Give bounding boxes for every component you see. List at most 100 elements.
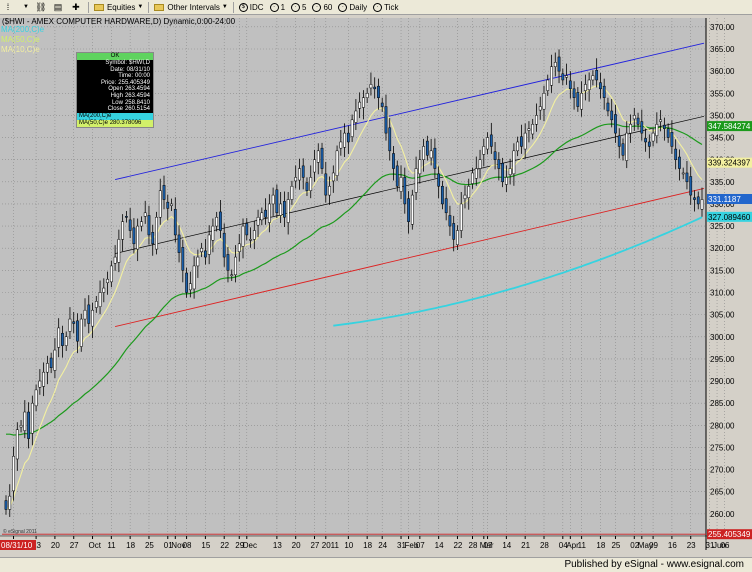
candle-down	[403, 177, 407, 205]
grip-icon: ⁞	[6, 2, 10, 12]
y-tick-label: 345.00	[710, 134, 735, 143]
candle-up	[211, 225, 215, 241]
candle-up	[659, 119, 662, 122]
candle-down	[610, 110, 614, 121]
candle-down	[448, 215, 452, 227]
y-tick-label: 320.00	[710, 244, 735, 253]
candle-down	[557, 56, 561, 72]
x-tick-label: 2011	[322, 541, 340, 550]
candle-up	[542, 93, 546, 110]
y-tick-label: 265.00	[710, 488, 735, 497]
interval-1-button[interactable]: · 1	[267, 0, 288, 15]
x-tick-label: Mar	[480, 541, 494, 550]
interval-60-button[interactable]: · 60	[309, 0, 335, 15]
y-tick-label: 310.00	[710, 288, 735, 297]
info-key: Symbol:	[105, 60, 127, 66]
candle-down	[407, 198, 410, 222]
y-tick-label: 280.00	[710, 421, 735, 430]
footer: Published by eSignal - www.esignal.com	[0, 557, 752, 572]
x-tick-label: Dec	[243, 541, 257, 550]
equities-menu[interactable]: Equities ▼	[91, 0, 146, 15]
candle-up	[399, 177, 403, 192]
x-tick-label: 28	[469, 541, 478, 550]
clock-icon: ·	[373, 2, 383, 12]
candle-down	[204, 250, 207, 258]
x-tick-label: 09	[649, 541, 658, 550]
x-tick-label: 14	[435, 541, 444, 550]
candle-up	[30, 402, 34, 434]
x-tick-label: 20	[292, 541, 301, 550]
candle-up	[350, 119, 354, 137]
chart-area[interactable]: 370.00365.00360.00355.00350.00345.00340.…	[0, 15, 752, 557]
separator	[232, 1, 234, 13]
candle-up	[429, 150, 433, 159]
x-tick-label: 28	[540, 541, 549, 550]
candle-down	[696, 196, 700, 205]
candle-up	[681, 172, 685, 175]
candle-up	[343, 132, 346, 148]
candle-down	[132, 227, 136, 245]
candle-up	[267, 203, 271, 223]
candle-up	[98, 292, 102, 307]
candle-down	[636, 117, 640, 125]
legend-ma50: MA(50,C)e	[1, 35, 40, 44]
candle-up	[83, 309, 87, 320]
x-tick-label: 27	[70, 541, 79, 550]
idc-button[interactable]: $ IDC	[236, 0, 267, 15]
info-value: 255.405349	[118, 79, 150, 86]
candle-up	[215, 216, 219, 227]
interval-5-button[interactable]: · 5	[288, 0, 309, 15]
candle-up	[94, 301, 98, 308]
candle-down	[561, 73, 565, 81]
x-tick-label: 10	[344, 541, 353, 550]
info-key: Close	[107, 106, 123, 113]
candle-down	[640, 121, 644, 134]
candle-up	[294, 177, 298, 182]
link-button[interactable]: ⛓	[32, 0, 50, 15]
x-tick-label: 15	[201, 541, 210, 550]
candle-up	[508, 168, 512, 175]
x-tick-label: 18	[363, 541, 372, 550]
candle-down	[245, 223, 249, 236]
symbol-dropdown[interactable]: ▼	[18, 0, 32, 15]
candle-up	[459, 203, 463, 231]
tick-button[interactable]: · Tick	[370, 0, 401, 15]
x-tick-label: 20	[51, 541, 60, 550]
y-tick-label: 315.00	[710, 266, 735, 275]
x-tick-label: 27	[310, 541, 319, 550]
new-window-button[interactable]: ▤	[50, 0, 68, 15]
candle-up	[290, 185, 294, 200]
candle-up	[136, 225, 140, 250]
ma200-price-label: 327.089460	[708, 213, 751, 222]
candle-up	[467, 185, 471, 199]
candle-down	[644, 138, 647, 143]
add-button[interactable]: ✚	[68, 0, 86, 15]
candle-up	[362, 97, 365, 108]
candle-down	[151, 232, 155, 245]
daily-label: Daily	[349, 2, 368, 12]
x-tick-label: 24	[378, 541, 387, 550]
candle-down	[283, 201, 286, 218]
candle-down	[617, 135, 621, 147]
daily-button[interactable]: · Daily	[335, 0, 370, 15]
candle-up	[410, 194, 414, 225]
candle-up	[271, 194, 275, 205]
info-value: 260.5154	[124, 106, 150, 113]
toolbar: ⁞ ▼ ⛓ ▤ ✚ Equities ▼ Other Intervals ▼ $ ID…	[0, 0, 752, 15]
candle-down	[568, 80, 572, 90]
interval-5-label: 5	[302, 2, 307, 12]
x-tick-label: 21	[521, 541, 530, 550]
candle-up	[64, 336, 68, 346]
x-tick-label: 13	[273, 541, 282, 550]
candle-down	[320, 147, 324, 169]
candle-down	[222, 232, 226, 258]
y-tick-label: 365.00	[710, 45, 735, 54]
symbol-toolbar-grip: ⁞	[0, 0, 18, 15]
candle-up	[591, 75, 595, 81]
candle-up	[237, 243, 241, 253]
candle-down	[305, 182, 309, 191]
candle-down	[128, 219, 132, 231]
y-tick-label: 285.00	[710, 399, 735, 408]
y-tick-label: 350.00	[710, 111, 735, 120]
other-intervals-menu[interactable]: Other Intervals ▼	[151, 0, 230, 15]
